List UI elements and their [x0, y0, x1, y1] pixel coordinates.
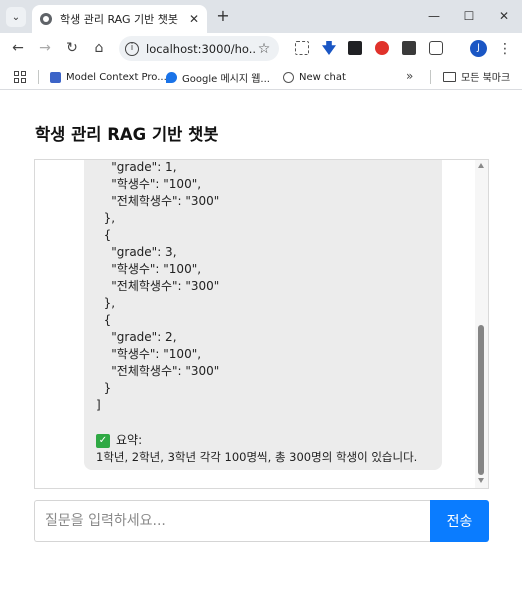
bookmark-model-context[interactable]: Model Context Pro... [50, 69, 167, 85]
question-input[interactable] [34, 500, 430, 542]
json-code-line: "grade": 2, [96, 330, 177, 344]
json-code-line: "전체학생수": "300" [96, 194, 220, 208]
folder-icon [443, 71, 456, 82]
extensions-puzzle-icon[interactable] [429, 41, 443, 55]
minimize-button[interactable]: — [424, 6, 444, 26]
summary-text: 1학년, 2학년, 3학년 각각 100명씩, 총 300명의 학생이 있습니다… [96, 450, 418, 464]
back-arrow-icon[interactable]: ← [9, 39, 27, 57]
more-bookmarks-chevron-icon[interactable]: » [406, 69, 413, 83]
bookmark-label: New chat [299, 71, 346, 83]
json-code-line: ] [96, 398, 101, 412]
summary-heading: ✓ 요약: [96, 432, 430, 449]
browser-toolbar: ← → ↻ ⌂ i localhost:3000/ho... ☆ J ⋮ [0, 33, 522, 64]
apps-grid-icon[interactable] [14, 71, 26, 83]
tab-strip: ⌄ 학생 관리 RAG 기반 챗봇 ✕ + — ☐ ✕ [0, 0, 522, 33]
chat-scrollbar[interactable] [475, 160, 488, 488]
terminal-extension-icon[interactable] [348, 41, 362, 55]
json-code-line: }, [96, 296, 116, 310]
maximize-button[interactable]: ☐ [459, 6, 479, 26]
tab-title: 학생 관리 RAG 기반 챗봇 [60, 13, 178, 26]
bookmark-google-messages[interactable]: Google 메시지 웹... [166, 69, 270, 85]
download-extension-icon[interactable] [322, 41, 336, 55]
browser-tab-active[interactable]: 학생 관리 RAG 기반 챗봇 ✕ [32, 5, 207, 33]
json-code-line: { [96, 313, 112, 327]
scroll-up-arrow-icon[interactable] [478, 163, 484, 168]
reload-icon[interactable]: ↻ [63, 39, 81, 57]
all-bookmarks-folder[interactable]: 모든 북마크 [443, 69, 510, 84]
new-tab-button[interactable]: + [214, 7, 232, 25]
address-bar[interactable]: i localhost:3000/ho... ☆ [119, 36, 279, 61]
tab-close-icon[interactable]: ✕ [187, 12, 201, 26]
json-code-line: "grade": 1, [96, 160, 177, 174]
forward-arrow-icon[interactable]: → [36, 39, 54, 57]
site-info-icon[interactable]: i [125, 41, 139, 56]
scrollbar-thumb[interactable] [478, 325, 484, 475]
bot-message-bubble: "grade": 1, "학생수": "100", "전체학생수": "300"… [84, 160, 442, 470]
bookmark-new-chat[interactable]: New chat [283, 69, 346, 85]
page-content: 학생 관리 RAG 기반 챗봇 "grade": 1, "학생수": "100"… [0, 91, 522, 599]
json-result-block: "grade": 1, "학생수": "100", "전체학생수": "300"… [96, 160, 430, 414]
chat-history[interactable]: "grade": 1, "학생수": "100", "전체학생수": "300"… [34, 159, 489, 489]
check-mark-icon: ✓ [96, 433, 110, 448]
bookmark-label: Model Context Pro... [66, 71, 167, 83]
json-code-line: "전체학생수": "300" [96, 364, 220, 378]
bookmark-label: Google 메시지 웹... [182, 73, 270, 85]
folder-label: 모든 북마크 [461, 73, 511, 84]
json-code-line: "학생수": "100", [96, 347, 202, 361]
home-icon[interactable]: ⌂ [90, 39, 108, 57]
bookmark-star-icon[interactable]: ☆ [255, 41, 273, 57]
json-code-line: "학생수": "100", [96, 177, 202, 191]
json-code-line: } [96, 381, 112, 395]
json-code-line: "학생수": "100", [96, 262, 202, 276]
json-code-line: "grade": 3, [96, 245, 177, 259]
model-context-protocol-icon [50, 71, 61, 83]
bookmarks-divider [38, 70, 39, 84]
globe-icon [40, 13, 52, 25]
close-window-button[interactable]: ✕ [494, 6, 514, 26]
scroll-down-arrow-icon[interactable] [478, 478, 484, 483]
bookmarks-divider [430, 70, 431, 84]
profile-avatar[interactable]: J [470, 40, 487, 57]
question-form: 전송 [34, 500, 489, 542]
json-code-line: { [96, 228, 112, 242]
summary-label: 요약: [116, 433, 143, 447]
json-code-line: "전체학생수": "300" [96, 279, 220, 293]
browser-menu-icon[interactable]: ⋮ [498, 40, 512, 58]
url-text[interactable]: localhost:3000/ho... [146, 42, 255, 56]
tab-search-chevron-icon[interactable]: ⌄ [6, 7, 26, 27]
console-extension-icon[interactable] [402, 41, 416, 55]
bookmarks-bar: Model Context Pro... Google 메시지 웹... New… [0, 64, 522, 90]
page-title: 학생 관리 RAG 기반 챗봇 [35, 125, 219, 144]
qr-code-extension-icon[interactable] [295, 41, 309, 55]
google-messages-icon [166, 71, 177, 83]
chat-gear-icon [283, 71, 294, 83]
send-button[interactable]: 전송 [430, 500, 489, 542]
opera-extension-icon[interactable] [375, 41, 389, 55]
json-code-line: }, [96, 211, 116, 225]
